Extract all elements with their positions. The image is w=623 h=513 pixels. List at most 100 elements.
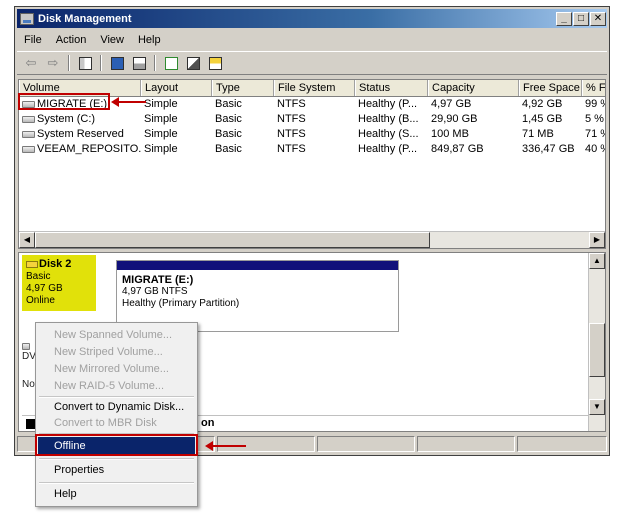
volume-name-cell: System Reserved bbox=[19, 127, 141, 142]
properties-icon[interactable] bbox=[183, 54, 203, 72]
disk-type: Basic bbox=[26, 271, 51, 282]
window-title: Disk Management bbox=[38, 12, 132, 25]
toolbar-separator bbox=[68, 55, 70, 71]
status-cell: Healthy (P... bbox=[358, 143, 418, 155]
type-cell: Basic bbox=[215, 128, 242, 140]
capacity-cell: 100 MB bbox=[431, 128, 469, 140]
partial-label-dv: DV bbox=[22, 351, 36, 362]
console-tree-icon[interactable] bbox=[75, 54, 95, 72]
column-header-percent-free[interactable]: % Fr bbox=[582, 80, 605, 96]
vertical-scrollbar[interactable]: ▲ ▼ bbox=[588, 253, 605, 431]
column-header-type[interactable]: Type bbox=[212, 80, 274, 96]
view-icon[interactable] bbox=[129, 54, 149, 72]
horizontal-scrollbar[interactable]: ◀ ▶ bbox=[19, 231, 605, 248]
annotation-highlight-offline bbox=[35, 434, 198, 456]
status-cell bbox=[517, 436, 607, 452]
column-header-file-system[interactable]: File System bbox=[274, 80, 355, 96]
layout-cell: Simple bbox=[144, 128, 178, 140]
column-header-layout[interactable]: Layout bbox=[141, 80, 212, 96]
volume-name: System (C:) bbox=[37, 113, 96, 125]
close-button[interactable]: ✕ bbox=[590, 11, 606, 26]
menu-help[interactable]: Help bbox=[131, 34, 168, 46]
menu-file[interactable]: File bbox=[17, 34, 49, 46]
column-header-status[interactable]: Status bbox=[355, 80, 428, 96]
back-arrow-icon[interactable]: ⇦ bbox=[21, 54, 41, 72]
scroll-left-button[interactable]: ◀ bbox=[19, 232, 35, 248]
free-space-cell: 4,92 GB bbox=[522, 98, 563, 110]
percent-free-cell: 71 % bbox=[585, 128, 605, 140]
scroll-up-button[interactable]: ▲ bbox=[589, 253, 605, 269]
status-cell: Healthy (B... bbox=[358, 113, 419, 125]
layout-cell: Simple bbox=[144, 113, 178, 125]
partition-name: MIGRATE (E:) bbox=[122, 274, 194, 286]
refresh-icon[interactable] bbox=[161, 54, 181, 72]
status-cell: Healthy (P... bbox=[358, 98, 418, 110]
type-cell: Basic bbox=[215, 98, 242, 110]
disk-name: Disk 2 bbox=[39, 258, 72, 270]
rescan-disks-icon[interactable] bbox=[205, 54, 225, 72]
file-system-cell: NTFS bbox=[277, 128, 306, 140]
menu-item-new-striped-volume[interactable]: New Striped Volume... bbox=[38, 343, 195, 361]
annotation-arrow-migrate bbox=[111, 97, 146, 107]
toolbar-separator bbox=[154, 55, 156, 71]
file-system-cell: NTFS bbox=[277, 113, 306, 125]
title-bar[interactable]: Disk Management _ □ ✕ bbox=[17, 9, 607, 28]
dvd-drive-icon bbox=[22, 342, 30, 350]
primary-partition-bar bbox=[117, 261, 398, 270]
menu-item-help[interactable]: Help bbox=[38, 485, 195, 503]
disk-state: Online bbox=[26, 295, 55, 306]
forward-arrow-icon[interactable]: ⇨ bbox=[43, 54, 63, 72]
status-cell bbox=[417, 436, 515, 452]
annotation-highlight-migrate bbox=[18, 93, 110, 110]
legend-partial-text: on bbox=[201, 417, 215, 429]
scroll-right-button[interactable]: ▶ bbox=[589, 232, 605, 248]
disk-label-disk-2[interactable]: Disk 2 Basic 4,97 GB Online bbox=[22, 255, 96, 311]
free-space-cell: 336,47 GB bbox=[522, 143, 575, 155]
table-row[interactable]: System Reserved Simple Basic NTFS Health… bbox=[19, 127, 605, 142]
drive-icon bbox=[22, 130, 35, 138]
drive-icon bbox=[22, 145, 35, 153]
menu-bar: File Action View Help bbox=[17, 31, 607, 49]
menu-item-properties[interactable]: Properties bbox=[38, 461, 195, 479]
status-cell: Healthy (S... bbox=[358, 128, 419, 140]
volume-name-cell: System (C:) bbox=[19, 112, 141, 127]
file-system-cell: NTFS bbox=[277, 143, 306, 155]
help-icon[interactable] bbox=[107, 54, 127, 72]
type-cell: Basic bbox=[215, 113, 242, 125]
menu-view[interactable]: View bbox=[93, 34, 131, 46]
layout-cell: Simple bbox=[144, 143, 178, 155]
percent-free-cell: 99 % bbox=[585, 98, 605, 110]
percent-free-cell: 5 % bbox=[585, 113, 604, 125]
capacity-cell: 29,90 GB bbox=[431, 113, 478, 125]
partition-status: Healthy (Primary Partition) bbox=[122, 298, 240, 309]
toolbar: ⇦ ⇨ bbox=[17, 51, 607, 75]
table-row[interactable]: System (C:) Simple Basic NTFS Healthy (B… bbox=[19, 112, 605, 127]
menu-item-new-mirrored-volume[interactable]: New Mirrored Volume... bbox=[38, 360, 195, 378]
file-system-cell: NTFS bbox=[277, 98, 306, 110]
volume-name: System Reserved bbox=[37, 128, 124, 140]
menu-separator bbox=[39, 458, 194, 460]
menu-separator bbox=[39, 482, 194, 484]
volume-name-cell: VEEAM_REPOSITO... bbox=[19, 142, 141, 157]
percent-free-cell: 40 % bbox=[585, 143, 605, 155]
toolbar-separator bbox=[100, 55, 102, 71]
disk-context-menu: New Spanned Volume... New Striped Volume… bbox=[35, 322, 198, 507]
free-space-cell: 1,45 GB bbox=[522, 113, 563, 125]
vertical-scroll-thumb[interactable] bbox=[589, 323, 605, 377]
menu-item-convert-to-mbr-disk[interactable]: Convert to MBR Disk bbox=[38, 414, 195, 432]
menu-item-new-spanned-volume[interactable]: New Spanned Volume... bbox=[38, 326, 195, 344]
column-header-capacity[interactable]: Capacity bbox=[428, 80, 519, 96]
maximize-button[interactable]: □ bbox=[573, 11, 589, 26]
table-row[interactable]: VEEAM_REPOSITO... Simple Basic NTFS Heal… bbox=[19, 142, 605, 157]
scroll-down-button[interactable]: ▼ bbox=[589, 399, 605, 415]
scroll-thumb[interactable] bbox=[35, 232, 430, 248]
minimize-button[interactable]: _ bbox=[556, 11, 572, 26]
column-header-free-space[interactable]: Free Space bbox=[519, 80, 582, 96]
partition-size: 4,97 GB NTFS bbox=[122, 286, 188, 297]
capacity-cell: 4,97 GB bbox=[431, 98, 472, 110]
layout-cell: Simple bbox=[144, 98, 178, 110]
type-cell: Basic bbox=[215, 143, 242, 155]
menu-item-new-raid5-volume[interactable]: New RAID-5 Volume... bbox=[38, 377, 195, 395]
menu-action[interactable]: Action bbox=[49, 34, 94, 46]
free-space-cell: 71 MB bbox=[522, 128, 554, 140]
